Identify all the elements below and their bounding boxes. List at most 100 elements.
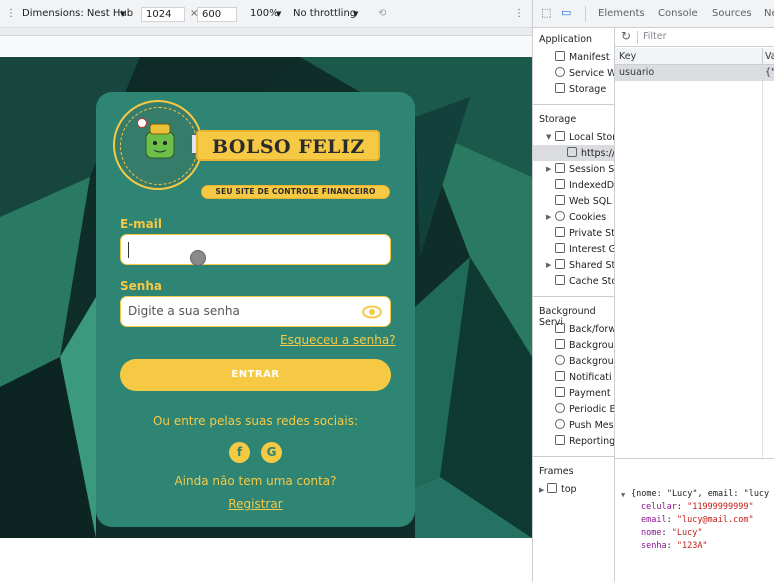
key-column-header[interactable]: Key — [619, 51, 636, 62]
devtools-panel: ⬚ ▭ Elements Console Sources Ne Applicat… — [532, 0, 774, 582]
file-icon — [555, 51, 565, 61]
row-value: {"n — [765, 67, 774, 78]
storage-table-header: Key Va — [615, 48, 774, 65]
sidebar-item-push-messaging[interactable]: Push Mes — [555, 419, 614, 431]
sidebar-item-background-sync[interactable]: Backgrou — [555, 355, 614, 367]
tab-network[interactable]: Ne — [764, 8, 774, 19]
chevron-down-icon[interactable]: ▼ — [276, 10, 281, 18]
frame-icon — [547, 483, 557, 493]
refresh-icon[interactable]: ↻ — [621, 29, 631, 43]
sidebar-item-reporting-api[interactable]: Reporting — [555, 435, 614, 447]
value-column-header[interactable]: Va — [765, 51, 774, 62]
database-icon — [555, 195, 565, 205]
database-icon — [555, 227, 565, 237]
object-entry: celular: "11999999999" — [641, 502, 754, 512]
emulated-viewport: BOLSO FELIZ SEU SITE DE CONTROLE FINANCE… — [0, 57, 532, 538]
clock-icon — [555, 403, 565, 413]
object-summary: {nome: "Lucy", email: "lucy — [631, 489, 770, 499]
inspect-icon[interactable]: ⬚ — [541, 6, 551, 19]
touch-pointer — [190, 250, 206, 266]
facebook-icon[interactable]: f — [229, 442, 250, 463]
database-icon — [555, 259, 565, 269]
password-label: Senha — [120, 279, 162, 293]
table-row[interactable]: usuario {"n — [615, 65, 774, 81]
sidebar-item-cache-storage[interactable]: Cache Sto — [555, 275, 614, 287]
expand-arrow-icon[interactable]: ▶ — [546, 213, 551, 221]
sidebar-item-web-sql[interactable]: Web SQL — [555, 195, 612, 207]
cookie-icon — [555, 211, 565, 221]
chevron-down-icon[interactable]: ▼ — [120, 10, 125, 18]
refresh-icon — [555, 355, 565, 365]
expand-arrow-icon[interactable]: ▶ — [539, 486, 544, 494]
application-heading: Application — [539, 34, 593, 45]
brand-banner: BOLSO FELIZ — [196, 130, 380, 161]
expand-arrow-icon[interactable]: ▶ — [546, 165, 551, 173]
chevron-down-icon[interactable]: ▼ — [353, 10, 358, 18]
sidebar-item-session-storage[interactable]: Session St — [555, 163, 614, 175]
sidebar-item-manifest[interactable]: Manifest — [555, 51, 610, 63]
device-toggle-icon[interactable]: ▭ — [561, 6, 571, 19]
gear-icon — [555, 67, 565, 77]
google-icon[interactable]: G — [261, 442, 282, 463]
device-toolbar: ⋮ Dimensions: Nest Hub ▼ 1024 × 600 100%… — [0, 0, 532, 28]
email-label: E-mail — [120, 217, 163, 231]
password-field[interactable]: Digite a sua senha — [120, 296, 391, 327]
width-input[interactable]: 1024 — [141, 7, 185, 22]
eye-icon[interactable] — [362, 305, 382, 319]
dimensions-select[interactable]: Dimensions: Nest Hub — [22, 8, 133, 19]
forgot-password-link[interactable]: Esqueceu a senha? — [280, 333, 396, 347]
sidebar-item-frame-top[interactable]: top — [547, 483, 577, 495]
devtools-tabbar: ⬚ ▭ Elements Console Sources Ne — [533, 0, 774, 28]
sidebar-item-cookies[interactable]: Cookies — [555, 211, 606, 223]
register-link[interactable]: Registrar — [228, 497, 282, 511]
file-icon — [555, 435, 565, 445]
sidebar-item-periodic-background-sync[interactable]: Periodic B — [555, 403, 614, 415]
sync-arrows-icon — [555, 339, 565, 349]
database-icon — [555, 243, 565, 253]
login-card: BOLSO FELIZ SEU SITE DE CONTROLE FINANCE… — [96, 92, 415, 527]
bell-icon — [555, 371, 565, 381]
password-placeholder: Digite a sua senha — [128, 304, 240, 318]
mascot-icon — [145, 123, 175, 159]
rotate-icon[interactable]: ⟲ — [378, 8, 386, 19]
collapse-arrow-icon[interactable]: ▼ — [621, 491, 625, 499]
frames-heading: Frames — [539, 466, 574, 477]
brand-subtitle-banner: SEU SITE DE CONTROLE FINANCEIRO — [201, 185, 390, 199]
more-options-icon[interactable]: ⋮ — [514, 8, 524, 19]
sidebar-item-private-state-tokens[interactable]: Private St — [555, 227, 614, 239]
sidebar-item-notifications[interactable]: Notificati — [555, 371, 612, 383]
sidebar-item-background-fetch[interactable]: Backgrou — [555, 339, 614, 351]
sidebar-item-local-storage-origin[interactable]: https:// — [567, 147, 614, 159]
filter-bar: ↻ Filter — [615, 28, 774, 47]
sidebar-item-service-workers[interactable]: Service W — [555, 67, 614, 79]
sidebar-item-indexeddb[interactable]: IndexedD — [555, 179, 614, 191]
expand-arrow-icon[interactable]: ▼ — [546, 133, 551, 141]
sidebar-item-storage[interactable]: Storage — [555, 83, 606, 95]
zoom-select[interactable]: 100% — [250, 8, 279, 19]
sidebar-item-local-storage[interactable]: Local Stor — [555, 131, 614, 143]
row-key: usuario — [619, 67, 655, 78]
check-badge-icon — [137, 118, 147, 128]
sidebar-item-interest-groups[interactable]: Interest G — [555, 243, 614, 255]
text-cursor — [128, 242, 129, 258]
logo-emblem — [113, 100, 207, 190]
expand-arrow-icon[interactable]: ▶ — [546, 261, 551, 269]
height-input[interactable]: 600 — [197, 7, 237, 22]
storage-heading: Storage — [539, 114, 577, 125]
throttling-select[interactable]: No throttling — [293, 8, 356, 19]
drag-handle-icon[interactable]: ⋮ — [6, 8, 16, 19]
sidebar-item-shared-storage[interactable]: Shared St — [555, 259, 614, 271]
grid-icon — [567, 147, 577, 157]
email-field[interactable] — [120, 234, 391, 265]
sidebar-item-back-forward-cache[interactable]: Back/forw — [555, 323, 614, 335]
cloud-icon — [555, 419, 565, 429]
brand-title: BOLSO FELIZ — [212, 136, 365, 158]
tab-console[interactable]: Console — [658, 8, 698, 19]
grid-icon — [555, 131, 565, 141]
login-button[interactable]: ENTRAR — [120, 359, 391, 391]
credit-card-icon — [555, 387, 565, 397]
sidebar-item-payment-handler[interactable]: Payment — [555, 387, 611, 399]
filter-input[interactable]: Filter — [643, 31, 667, 42]
tab-sources[interactable]: Sources — [712, 8, 752, 19]
tab-elements[interactable]: Elements — [598, 8, 645, 19]
